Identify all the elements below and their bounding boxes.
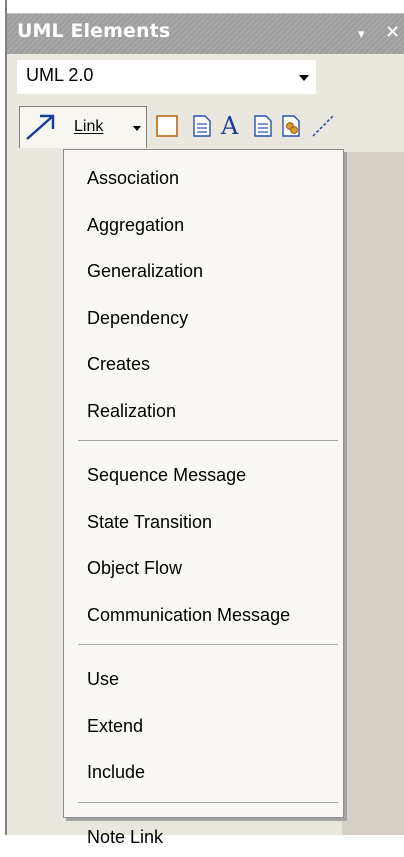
svg-text:A: A — [220, 112, 239, 139]
menu-item-generalization[interactable]: Generalization — [64, 251, 343, 291]
link-label: Link — [74, 118, 104, 135]
menu-item-use[interactable]: Use — [64, 659, 343, 699]
menu-item-communication-message[interactable]: Communication Message — [64, 595, 343, 635]
menu-item-realization[interactable]: Realization — [64, 391, 343, 431]
menu-separator — [78, 440, 338, 442]
title-bar[interactable]: UML Elements ▾ ✕ — [7, 13, 404, 54]
panel-title: UML Elements — [17, 20, 171, 42]
menu-item-creates[interactable]: Creates — [64, 344, 343, 384]
menu-separator — [78, 644, 338, 646]
toolbar-area: UML 2.0 Link A — [7, 54, 404, 152]
menu-item-extend[interactable]: Extend — [64, 706, 343, 746]
note-icon[interactable] — [191, 114, 213, 138]
rectangle-icon[interactable] — [155, 114, 179, 138]
text-icon[interactable]: A — [218, 111, 244, 139]
menu-item-aggregation[interactable]: Aggregation — [64, 205, 343, 245]
link-arrow-icon — [26, 114, 55, 140]
menu-item-object-flow[interactable]: Object Flow — [64, 548, 343, 588]
uml-version-value: UML 2.0 — [26, 65, 94, 85]
uml-version-select[interactable]: UML 2.0 — [17, 60, 316, 94]
pin-dropdown-icon[interactable]: ▾ — [358, 22, 365, 48]
chevron-down-icon[interactable] — [299, 75, 309, 81]
menu-item-association[interactable]: Association — [64, 158, 343, 198]
menu-item-sequence-message[interactable]: Sequence Message — [64, 455, 343, 495]
caret-down-icon — [133, 126, 141, 131]
link-type-menu: Association Aggregation Generalization Depe… — [63, 149, 344, 847]
document-icon[interactable] — [252, 114, 274, 138]
panel-side-area — [342, 152, 404, 835]
close-icon[interactable]: ✕ — [385, 20, 400, 46]
uml-elements-panel: UML Elements ▾ ✕ UML 2.0 Link A Associat… — [5, 0, 404, 847]
hyperlink-icon[interactable] — [280, 114, 304, 138]
menu-item-note-link[interactable]: Note Link — [64, 817, 343, 857]
dashed-line-icon[interactable] — [311, 114, 335, 138]
link-dropdown-button[interactable]: Link — [19, 106, 147, 148]
menu-separator — [78, 801, 338, 804]
menu-item-state-transition[interactable]: State Transition — [64, 502, 343, 542]
menu-item-dependency[interactable]: Dependency — [64, 298, 343, 338]
element-toolbar: Link A — [7, 102, 404, 148]
menu-item-include[interactable]: Include — [64, 752, 343, 792]
